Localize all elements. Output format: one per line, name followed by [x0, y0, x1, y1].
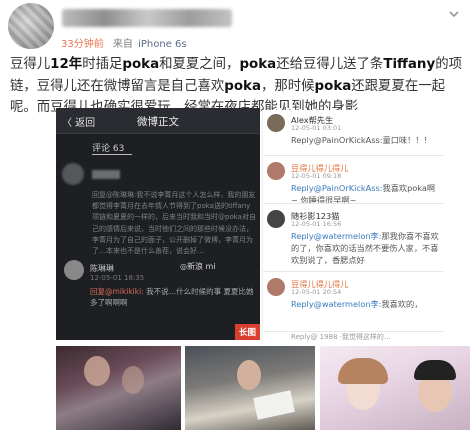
commenter-date: 12-05-01 18:35 — [90, 274, 145, 282]
post-text-bold: poka — [314, 78, 352, 94]
comment-divider — [263, 155, 444, 156]
user-avatar[interactable] — [8, 3, 54, 49]
blurred-username — [92, 170, 120, 179]
username-redacted[interactable] — [62, 9, 232, 27]
right-screenshot[interactable]: Reply@ 1988 ·我觉得这样的… Alex帮先生 12-05-01 03:… — [262, 110, 444, 342]
photo-face — [84, 356, 110, 386]
photo-couple[interactable] — [320, 346, 470, 430]
post-text-segment: 还给豆得儿送了条 — [276, 57, 384, 72]
post-text-bold: poka — [239, 57, 277, 72]
comment-divider — [263, 203, 444, 204]
long-image-tag: 长图 — [234, 324, 260, 340]
left-screenshot[interactable]: 〈 返回 微博正文 评论 63 回复@陈琳琳:我不说李菁月这个人怎么样，我的朋友… — [56, 108, 260, 340]
photo-hair — [338, 358, 388, 384]
post-text-segment: 豆得儿 — [10, 57, 51, 72]
comment-reply-link[interactable]: Reply@watermelon李: — [291, 299, 381, 309]
comment-item[interactable]: 随衫影123猫 12-05-01 16:56 Reply@watermelon李:那… — [263, 206, 444, 272]
comment-text: Reply@watermelon李:我喜欢的， — [291, 298, 441, 310]
comment-body: Reply@PainOrKickAss:童口味！！！ — [291, 135, 432, 145]
comment-reply-link[interactable]: Reply@watermelon李: — [291, 231, 381, 241]
comment-body: 我喜欢的， — [381, 299, 423, 309]
post-source-prefix: 来自 — [112, 39, 133, 50]
comment-avatar[interactable] — [267, 114, 285, 132]
comment-date: 12-05-01 16:56 — [291, 220, 342, 228]
reply-prefix: 回复@mikikiki: — [90, 287, 147, 296]
comment-item[interactable]: 豆得儿得儿得儿 12-05-01 09:18 Reply@PainOrKickAss… — [263, 158, 444, 205]
blurred-avatar — [62, 163, 84, 185]
blurred-comment-text: 回复@陈琳琳:我不说李菁月这个人怎么样，我的朋友都觉得李菁月在去年情人节得到了p… — [92, 191, 256, 256]
comment-date: 12-05-01 03:01 — [291, 124, 342, 132]
comment-date: 12-05-01 09:18 — [291, 172, 342, 180]
comment-date: 12-05-01 20:54 — [291, 288, 342, 296]
post-text-segment: 时插足 — [82, 57, 123, 72]
post-text-segment: ，那时候 — [260, 78, 315, 94]
weibo-watermark: ◎新浪 mi — [180, 262, 216, 271]
post-text-segment: 和夏夏之间， — [159, 57, 240, 72]
chevron-down-icon[interactable] — [448, 8, 460, 20]
screenshot-title: 微博正文 — [137, 116, 179, 128]
comment-text: Reply@PainOrKickAss:童口味！！！ — [291, 134, 441, 146]
post-text-bold: poka — [122, 57, 160, 72]
post-header: 33分钟前 来自 iPhone 6s — [0, 0, 474, 52]
post-time: 33分钟前 — [61, 39, 104, 50]
comment-item[interactable]: 豆得儿得儿得儿 12-05-01 20:54 Reply@watermelon李:我… — [263, 274, 444, 332]
photo-nightclub-2[interactable] — [185, 346, 315, 430]
post-device[interactable]: iPhone 6s — [138, 39, 187, 50]
photo-face — [237, 360, 261, 390]
comment-avatar[interactable] — [267, 162, 285, 180]
photo-hair — [414, 360, 456, 380]
post-text-bold: 12年 — [50, 57, 83, 72]
right-footer-text: Reply@ 1988 ·我觉得这样的… — [291, 333, 391, 341]
comment-avatar[interactable] — [267, 278, 285, 296]
comment-text: Reply@watermelon李:那我你喜不喜欢的了，你喜欢的话当然不要伤人家… — [291, 230, 441, 266]
post-meta: 33分钟前 来自 iPhone 6s — [61, 35, 187, 50]
comment-divider — [263, 331, 444, 332]
screenshot-navbar: 〈 返回 微博正文 — [56, 108, 260, 134]
photo-face — [122, 366, 144, 394]
reply-comment: 回复@mikikiki: 我不说…什么时候的事 夏夏比她多了啊啊啊 — [90, 286, 256, 308]
post-text-bold: poka — [224, 78, 261, 94]
comment-avatar[interactable] — [267, 210, 285, 228]
photo-card — [253, 390, 295, 420]
photo-nightclub-1[interactable] — [56, 346, 181, 430]
post-text-bold: Tiffany — [383, 57, 436, 72]
commenter-avatar — [64, 260, 84, 280]
comment-divider — [263, 271, 444, 272]
comments-count: 评论 63 — [92, 141, 133, 155]
comment-reply-link[interactable]: Reply@PainOrKickAss: — [291, 183, 383, 193]
commenter-name: 陈琳琳 — [90, 264, 114, 273]
comment-item[interactable]: Alex帮先生 12-05-01 03:01 Reply@PainOrKickAss… — [263, 110, 444, 156]
